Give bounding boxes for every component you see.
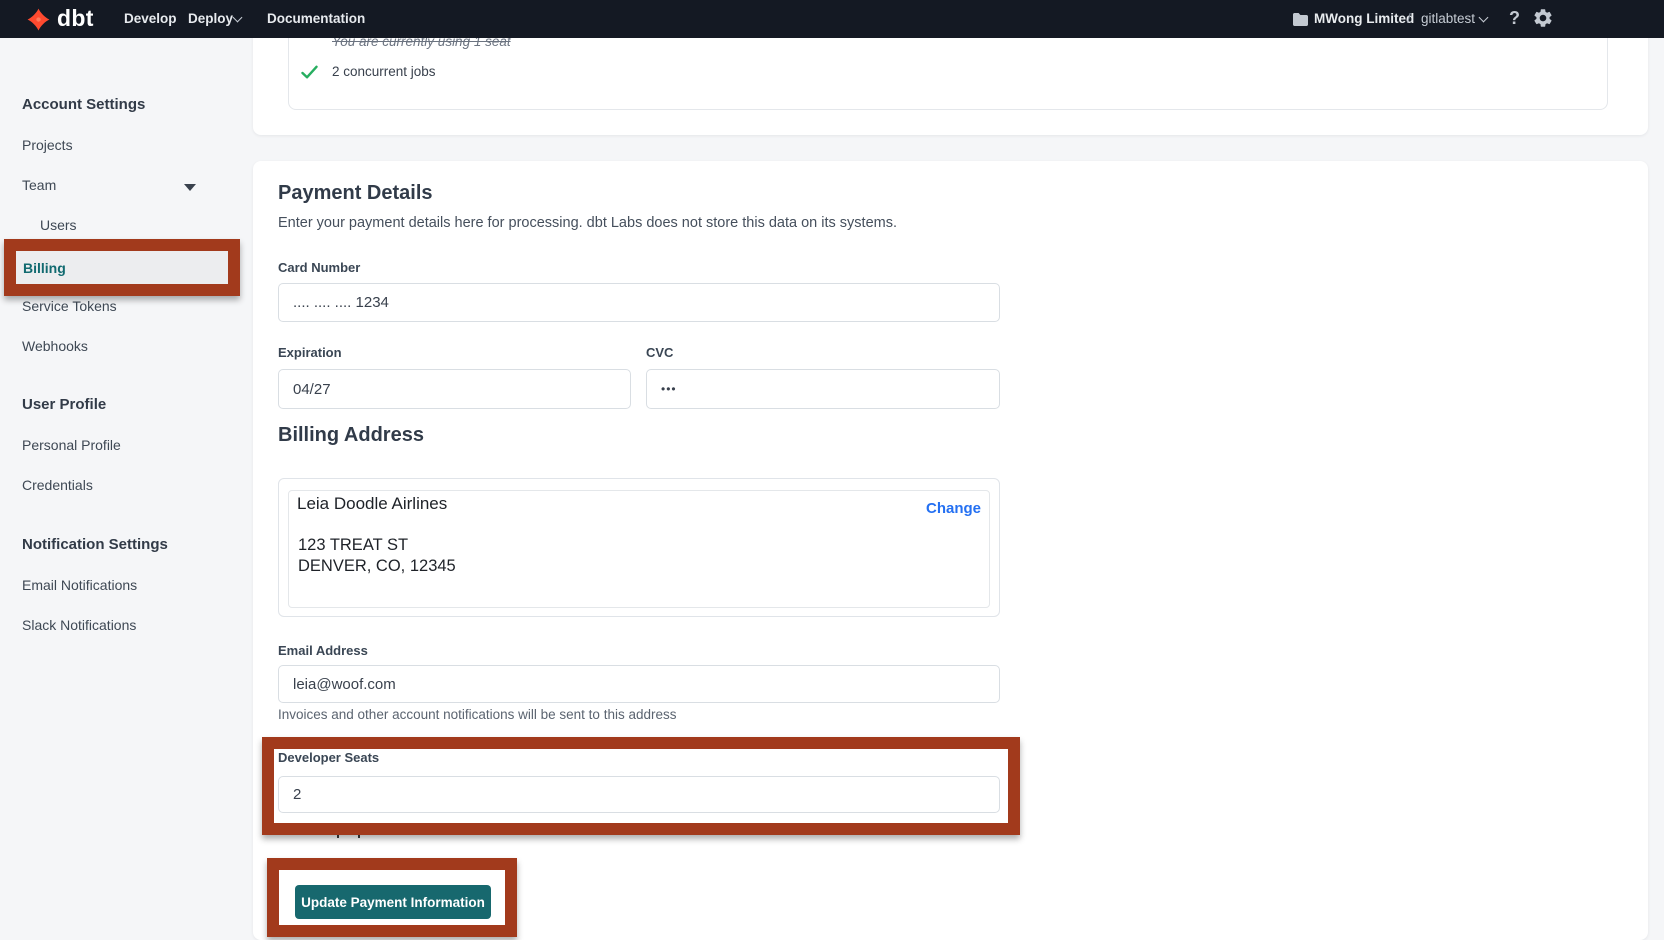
- sidebar-item-billing-label: Billing: [23, 260, 66, 276]
- sidebar-heading-account-settings: Account Settings: [22, 96, 145, 113]
- email-address-input[interactable]: [278, 665, 1000, 703]
- expiration-input[interactable]: [278, 369, 631, 409]
- check-icon: [301, 65, 318, 85]
- card-number-input[interactable]: [278, 283, 1000, 322]
- payment-details-title: Payment Details: [278, 182, 433, 205]
- billing-address-city: DENVER, CO, 12345: [298, 557, 456, 576]
- dbt-cloud-billing-page: dbt Develop Deploy Documentation MWong L…: [0, 0, 1664, 940]
- sidebar-item-projects[interactable]: Projects: [22, 137, 73, 153]
- sidebar-item-webhooks[interactable]: Webhooks: [22, 338, 88, 354]
- sidebar-item-service-tokens[interactable]: Service Tokens: [22, 298, 117, 314]
- project-switcher[interactable]: gitlabtest: [1421, 11, 1475, 27]
- nav-deploy[interactable]: Deploy: [188, 11, 233, 27]
- cvc-input[interactable]: [646, 369, 1000, 409]
- update-payment-information-button[interactable]: Update Payment Information: [295, 885, 491, 919]
- sidebar-item-slack-notifications[interactable]: Slack Notifications: [22, 617, 136, 633]
- card-number-label: Card Number: [278, 260, 360, 275]
- obscured-text-fragment: [358, 833, 360, 838]
- obscured-text-fragment: [337, 833, 339, 838]
- nav-develop[interactable]: Develop: [124, 11, 177, 27]
- sidebar-item-credentials[interactable]: Credentials: [22, 477, 93, 493]
- folder-icon: [1292, 12, 1309, 32]
- sidebar-item-users[interactable]: Users: [40, 217, 77, 233]
- concurrent-jobs-text: 2 concurrent jobs: [332, 64, 436, 79]
- chevron-down-icon: [233, 13, 243, 23]
- developer-seats-label: Developer Seats: [278, 750, 379, 765]
- top-navbar: dbt Develop Deploy Documentation MWong L…: [0, 0, 1664, 38]
- change-address-link[interactable]: Change: [926, 500, 981, 517]
- nav-documentation[interactable]: Documentation: [267, 11, 365, 27]
- billing-address-title: Billing Address: [278, 424, 424, 447]
- chevron-down-icon: [1479, 13, 1489, 23]
- sidebar-item-billing[interactable]: Billing: [16, 251, 228, 284]
- sidebar-item-team[interactable]: Team: [22, 177, 56, 193]
- payment-details-subtitle: Enter your payment details here for proc…: [278, 215, 897, 231]
- team-collapse-triangle-icon[interactable]: [184, 184, 196, 191]
- sidebar-heading-user-profile: User Profile: [22, 396, 106, 413]
- billing-address-name: Leia Doodle Airlines: [297, 494, 447, 514]
- sidebar-item-email-notifications[interactable]: Email Notifications: [22, 577, 137, 593]
- dbt-logo[interactable]: [26, 7, 51, 37]
- sidebar-heading-notification-settings: Notification Settings: [22, 536, 168, 553]
- sidebar-item-personal-profile[interactable]: Personal Profile: [22, 437, 121, 453]
- dbt-logo-icon: [26, 7, 51, 32]
- breadcrumb-separator: /: [1407, 11, 1411, 27]
- brand-wordmark: dbt: [57, 6, 94, 30]
- account-switcher[interactable]: MWong Limited: [1314, 11, 1414, 27]
- email-address-label: Email Address: [278, 643, 368, 658]
- expiration-label: Expiration: [278, 345, 342, 360]
- gear-icon[interactable]: [1532, 7, 1554, 34]
- billing-address-street: 123 TREAT ST: [298, 536, 408, 555]
- developer-seats-input[interactable]: [278, 776, 1000, 813]
- email-helper-text: Invoices and other account notifications…: [278, 707, 676, 722]
- cvc-label: CVC: [646, 345, 673, 360]
- help-icon[interactable]: ?: [1509, 8, 1520, 29]
